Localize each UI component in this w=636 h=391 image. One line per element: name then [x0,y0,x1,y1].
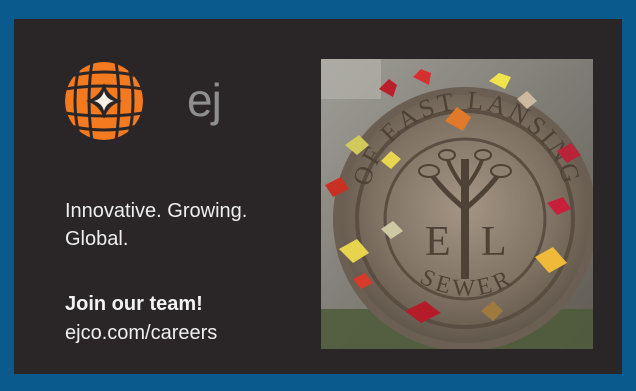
letter-e: E [425,219,451,265]
letter-l: L [481,219,507,265]
tagline: Innovative. Growing. Global. [65,200,248,250]
cta-heading: Join our team! [65,293,203,315]
manhole-photo: OF EAST LANSING SEWER E L [321,59,593,349]
careers-link[interactable]: ejco.com/careers [65,319,217,347]
globe-logo-icon [65,62,143,140]
careers-card: ej Innovative. Growing. Global. Join our… [14,19,622,374]
logo-wordmark: ej [187,74,222,126]
manhole-cover-with-leaves-icon: OF EAST LANSING SEWER E L [321,59,593,349]
